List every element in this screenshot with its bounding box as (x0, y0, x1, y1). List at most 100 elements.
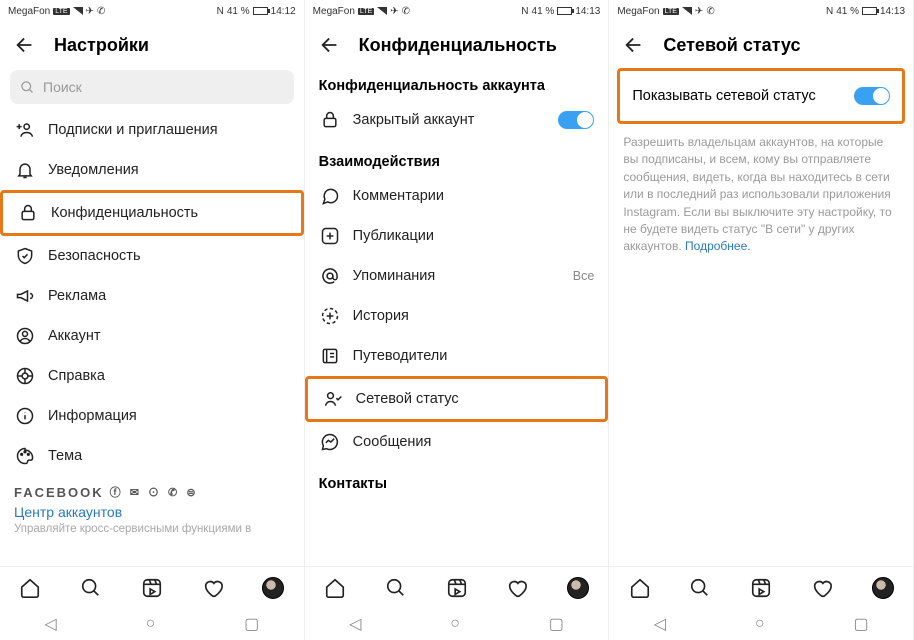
item-notifications[interactable]: Уведомления (0, 150, 304, 190)
truncated-text: Управляйте кросс-сервисными функциями в (0, 522, 304, 538)
item-label: Комментарии (353, 188, 595, 204)
sys-home[interactable]: ○ (450, 615, 460, 633)
bottom-nav (609, 566, 913, 608)
item-comments[interactable]: Комментарии (305, 176, 609, 216)
item-label: Реклама (48, 288, 290, 304)
item-privacy[interactable]: Конфиденциальность (0, 190, 304, 236)
item-label: Закрытый аккаунт (353, 112, 559, 128)
megaphone-icon (14, 286, 36, 306)
avatar-icon (262, 577, 284, 599)
nav-profile[interactable] (872, 577, 894, 599)
nav-profile[interactable] (567, 577, 589, 599)
battery-icon (253, 7, 268, 15)
panel-settings: MegaFon LTE ✈✆ N 41 % 14:12 Настройки По… (0, 0, 305, 640)
facebook-caption: FACEBOOK ⓕ ✉ ⊙ ✆ ⊜ (0, 476, 304, 502)
sys-back[interactable]: ◁ (44, 614, 56, 634)
item-mentions[interactable]: Упоминания Все (305, 256, 609, 296)
item-label: Сетевой статус (356, 391, 592, 407)
header: Настройки (0, 20, 304, 64)
lock-icon (17, 203, 39, 223)
sys-home[interactable]: ○ (755, 615, 765, 633)
clock: 14:12 (271, 6, 296, 17)
back-button[interactable] (319, 34, 341, 56)
battery-percent: 41 % (227, 6, 250, 17)
nav-likes[interactable] (506, 577, 528, 599)
palette-icon (14, 446, 36, 466)
nav-home[interactable] (324, 577, 346, 599)
messenger-icon (319, 432, 341, 452)
page-title: Настройки (54, 35, 149, 56)
item-posts[interactable]: Публикации (305, 216, 609, 256)
add-user-icon (14, 120, 36, 140)
comment-icon (319, 186, 341, 206)
nav-likes[interactable] (811, 577, 833, 599)
panel-privacy: MegaFon LTE ✈✆ N 41 % 14:13 Конфиденциал… (305, 0, 610, 640)
item-security[interactable]: Безопасность (0, 236, 304, 276)
activity-icon (322, 389, 344, 409)
item-label: Путеводители (353, 348, 595, 364)
accounts-center-link[interactable]: Центр аккаунтов (0, 502, 304, 522)
status-bar: MegaFon LTE ✈✆ N 41 % 14:12 (0, 0, 304, 20)
sys-back[interactable]: ◁ (349, 614, 361, 634)
sys-recent[interactable]: ▢ (549, 614, 564, 634)
page-title: Сетевой статус (663, 35, 800, 56)
item-label: Аккаунт (48, 328, 290, 344)
settings-list: Подписки и приглашения Уведомления Конфи… (0, 110, 304, 566)
plus-square-icon (319, 226, 341, 246)
help-icon (14, 366, 36, 386)
nav-search[interactable] (689, 577, 711, 599)
item-ads[interactable]: Реклама (0, 276, 304, 316)
page-title: Конфиденциальность (359, 35, 557, 56)
item-label: Уведомления (48, 162, 290, 178)
search-placeholder: Поиск (43, 79, 82, 95)
lock-icon (319, 110, 341, 130)
item-label: Публикации (353, 228, 595, 244)
description: Разрешить владельцам аккаунтов, на котор… (609, 128, 913, 256)
nav-profile[interactable] (262, 577, 284, 599)
nav-search[interactable] (80, 577, 102, 599)
item-private-account[interactable]: Закрытый аккаунт (305, 100, 609, 140)
item-label: Упоминания (353, 268, 573, 284)
at-icon (319, 266, 341, 286)
item-label: История (353, 308, 595, 324)
item-story[interactable]: История (305, 296, 609, 336)
nav-home[interactable] (629, 577, 651, 599)
toggle-private[interactable] (558, 111, 594, 129)
search-input[interactable]: Поиск (10, 70, 294, 104)
nav-likes[interactable] (202, 577, 224, 599)
item-label: Конфиденциальность (51, 205, 287, 221)
toggle-activity-status[interactable] (854, 87, 890, 105)
panel-activity-status: MegaFon LTE ✈✆ N 41 % 14:13 Сетевой стат… (609, 0, 914, 640)
guide-icon (319, 346, 341, 366)
nav-search[interactable] (385, 577, 407, 599)
item-theme[interactable]: Тема (0, 436, 304, 476)
item-info[interactable]: Информация (0, 396, 304, 436)
nav-home[interactable] (19, 577, 41, 599)
item-label: Тема (48, 448, 290, 464)
item-label: Информация (48, 408, 290, 424)
sys-home[interactable]: ○ (146, 615, 156, 633)
shield-icon (14, 246, 36, 266)
item-label: Сообщения (353, 434, 595, 450)
bottom-nav (305, 566, 609, 608)
item-account[interactable]: Аккаунт (0, 316, 304, 356)
back-button[interactable] (14, 34, 36, 56)
sys-recent[interactable]: ▢ (853, 614, 868, 634)
nav-reels[interactable] (446, 577, 468, 599)
item-help[interactable]: Справка (0, 356, 304, 396)
learn-more-link[interactable]: Подробнее. (685, 239, 751, 253)
item-messages[interactable]: Сообщения (305, 422, 609, 462)
bell-icon (14, 160, 36, 180)
nav-reels[interactable] (750, 577, 772, 599)
item-subs-invites[interactable]: Подписки и приглашения (0, 110, 304, 150)
item-meta: Все (573, 269, 595, 283)
item-activity-status[interactable]: Сетевой статус (305, 376, 609, 422)
item-guides[interactable]: Путеводители (305, 336, 609, 376)
nav-reels[interactable] (141, 577, 163, 599)
sys-recent[interactable]: ▢ (244, 614, 259, 634)
bottom-nav (0, 566, 304, 608)
clock: 14:13 (880, 6, 905, 17)
back-button[interactable] (623, 34, 645, 56)
section-contacts: Контакты (305, 462, 609, 498)
sys-back[interactable]: ◁ (654, 614, 666, 634)
